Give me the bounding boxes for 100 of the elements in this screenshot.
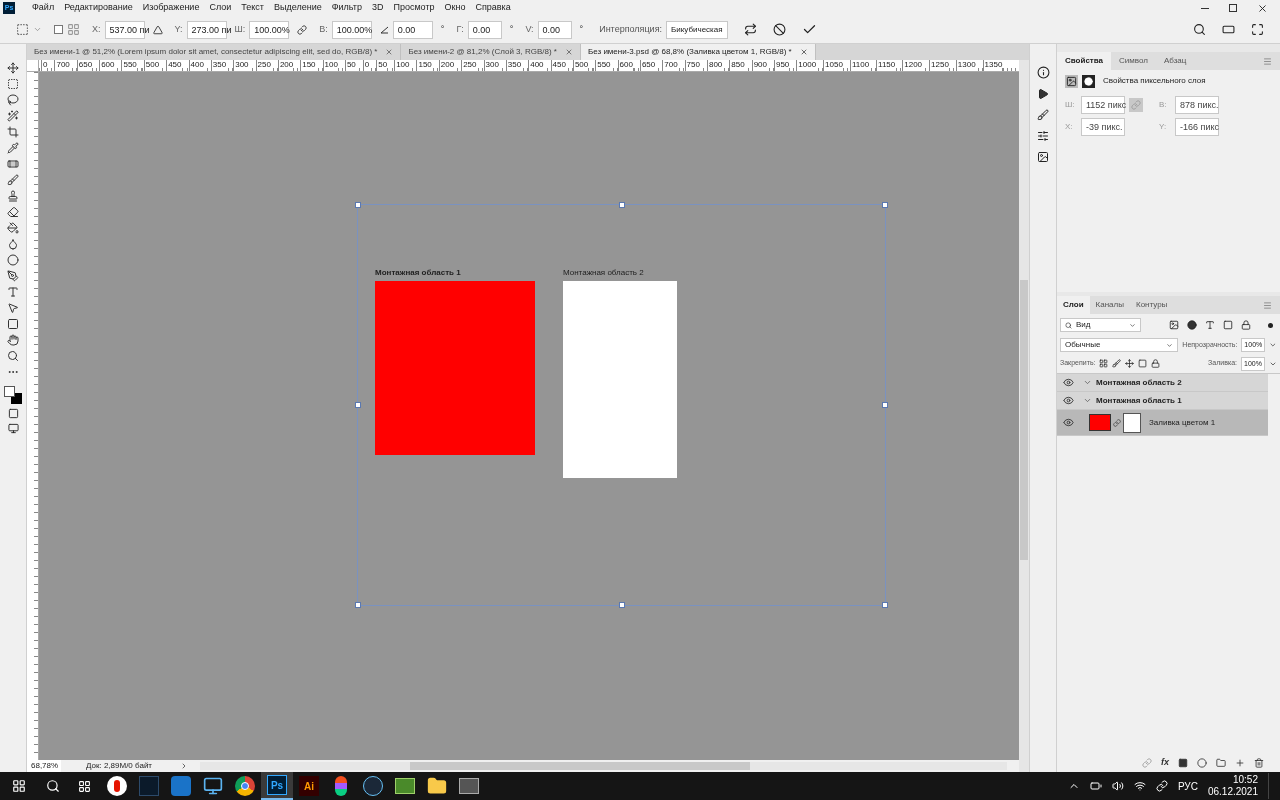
menu-item[interactable]: 3D bbox=[366, 1, 389, 15]
mask-icon[interactable] bbox=[1082, 74, 1095, 88]
screen-mode-icon[interactable] bbox=[7, 423, 19, 434]
adjustment-filter-icon[interactable] bbox=[1187, 320, 1197, 330]
checkbox[interactable] bbox=[54, 25, 63, 34]
shape-filter-icon[interactable] bbox=[1223, 320, 1233, 330]
menu-item[interactable]: Справка bbox=[470, 1, 516, 15]
eyedropper-icon[interactable] bbox=[7, 142, 19, 154]
lock-pixels-icon[interactable] bbox=[1099, 359, 1109, 368]
input-field[interactable]: 0.00 bbox=[537, 20, 572, 39]
panel-tab[interactable]: Абзац bbox=[1155, 52, 1195, 70]
sliders-icon[interactable] bbox=[1037, 130, 1049, 142]
transform-handle[interactable] bbox=[618, 202, 625, 208]
panel-tab[interactable]: Символ bbox=[1111, 52, 1156, 70]
status-menu-icon[interactable] bbox=[180, 762, 188, 770]
menu-item[interactable]: Просмотр bbox=[388, 1, 440, 15]
menu-item[interactable]: Редактирование bbox=[59, 1, 138, 15]
smart-filter-icon[interactable] bbox=[1241, 320, 1251, 330]
volume-icon[interactable] bbox=[1111, 780, 1124, 792]
brush-icon[interactable] bbox=[1037, 109, 1049, 121]
circle-icon[interactable] bbox=[7, 254, 19, 266]
clock-date[interactable]: 06.12.2021 bbox=[1207, 786, 1258, 798]
group-icon[interactable] bbox=[1216, 758, 1226, 768]
pointer-icon[interactable] bbox=[7, 302, 19, 314]
battery-icon[interactable] bbox=[1089, 780, 1102, 792]
menu-item[interactable]: Слои bbox=[204, 1, 237, 15]
play-icon[interactable] bbox=[1037, 88, 1049, 100]
vertical-scrollbar[interactable] bbox=[1019, 60, 1029, 772]
stamp-icon[interactable] bbox=[7, 190, 19, 202]
minimize-icon[interactable] bbox=[1201, 7, 1209, 9]
color-swatches[interactable] bbox=[4, 386, 22, 404]
transform-handle[interactable] bbox=[618, 602, 625, 608]
network-icon[interactable] bbox=[1155, 780, 1168, 792]
workspace-icon[interactable] bbox=[1222, 23, 1235, 36]
hand-icon[interactable] bbox=[7, 334, 19, 346]
menu-item[interactable]: Выделение bbox=[268, 1, 327, 15]
pixel-layer-icon[interactable] bbox=[1065, 74, 1078, 88]
zoom-icon[interactable] bbox=[7, 350, 19, 362]
bucket-icon[interactable] bbox=[7, 222, 19, 234]
bandage-icon[interactable] bbox=[7, 158, 19, 170]
eye-icon[interactable] bbox=[1062, 395, 1074, 406]
layer-row[interactable]: Монтажная область 1 bbox=[1057, 392, 1268, 410]
transform-handle[interactable] bbox=[882, 602, 888, 608]
menu-item[interactable]: Фильтр bbox=[326, 1, 367, 15]
input-field[interactable]: -166 пикс bbox=[1175, 118, 1219, 136]
fx-icon[interactable]: fx bbox=[1161, 756, 1169, 770]
image-filter-icon[interactable] bbox=[1169, 320, 1179, 330]
input-field[interactable]: -39 пикс. bbox=[1081, 118, 1125, 136]
delete-icon[interactable] bbox=[1254, 758, 1264, 768]
input-field[interactable]: 100.00% bbox=[249, 20, 290, 39]
interpolation-dropdown[interactable]: Бикубическая bbox=[666, 20, 728, 39]
cancel-icon[interactable] bbox=[773, 23, 786, 36]
move-icon[interactable] bbox=[7, 62, 19, 74]
clock-time[interactable]: 10:52 bbox=[1232, 774, 1258, 786]
adjustment-icon[interactable] bbox=[1197, 758, 1207, 768]
input-field[interactable]: 878 пикс. bbox=[1175, 96, 1219, 114]
transform-icon[interactable] bbox=[16, 23, 29, 36]
wand-icon[interactable] bbox=[7, 110, 19, 122]
transform-handle[interactable] bbox=[355, 202, 361, 208]
blend-mode-dropdown[interactable]: Обычные bbox=[1060, 338, 1179, 352]
info-icon[interactable] bbox=[1036, 66, 1050, 79]
input-field[interactable]: 100.00% bbox=[331, 20, 372, 39]
taskbar-app[interactable]: Ai bbox=[293, 772, 325, 800]
close-icon[interactable] bbox=[1257, 2, 1268, 14]
task-view-icon[interactable] bbox=[78, 779, 91, 793]
transform-handle[interactable] bbox=[355, 402, 361, 408]
search-icon[interactable] bbox=[1193, 23, 1206, 36]
link-icon[interactable] bbox=[297, 24, 308, 35]
chevron-icon[interactable] bbox=[1083, 396, 1092, 405]
transform-handle[interactable] bbox=[882, 202, 888, 208]
eraser-icon[interactable] bbox=[7, 206, 19, 218]
type-icon[interactable] bbox=[7, 286, 19, 298]
menu-item[interactable]: Изображение bbox=[137, 1, 205, 15]
panel-tab[interactable]: Контуры bbox=[1129, 296, 1174, 314]
lock-paint-icon[interactable] bbox=[1112, 359, 1122, 368]
filter-toggle-icon[interactable] bbox=[1268, 322, 1273, 328]
zoom-level[interactable]: 68,78% bbox=[27, 760, 61, 772]
eye-icon[interactable] bbox=[1062, 377, 1074, 388]
menu-item[interactable]: Окно bbox=[439, 1, 471, 15]
document-tab[interactable]: Без имени-3.psd @ 68,8% (Заливка цветом 1, RGB/8) * bbox=[580, 44, 816, 60]
wifi-icon[interactable] bbox=[1133, 780, 1146, 792]
panel-tab[interactable]: Каналы bbox=[1089, 296, 1130, 314]
chevron-icon[interactable] bbox=[1083, 378, 1092, 387]
language-indicator[interactable]: РУС bbox=[1177, 778, 1198, 794]
brush-icon[interactable] bbox=[7, 174, 19, 186]
transform-handle[interactable] bbox=[355, 602, 361, 608]
rectangle-icon[interactable] bbox=[7, 318, 19, 330]
lock-position-icon[interactable] bbox=[1125, 359, 1135, 368]
lock-artboard-icon[interactable] bbox=[1138, 359, 1148, 368]
input-field[interactable]: 0.00 bbox=[392, 20, 433, 39]
new-layer-icon[interactable] bbox=[1235, 758, 1245, 768]
share-icon[interactable] bbox=[1251, 23, 1264, 36]
type-filter-icon[interactable] bbox=[1205, 320, 1215, 330]
layer-row[interactable]: Заливка цветом 1 bbox=[1057, 410, 1268, 436]
restore-icon[interactable] bbox=[1229, 4, 1237, 12]
panel-tab[interactable]: Свойства bbox=[1057, 52, 1112, 70]
menu-item[interactable]: Файл bbox=[27, 1, 60, 15]
pen-icon[interactable] bbox=[7, 270, 19, 282]
transform-handle[interactable] bbox=[882, 402, 888, 408]
crop-icon[interactable] bbox=[7, 126, 19, 138]
